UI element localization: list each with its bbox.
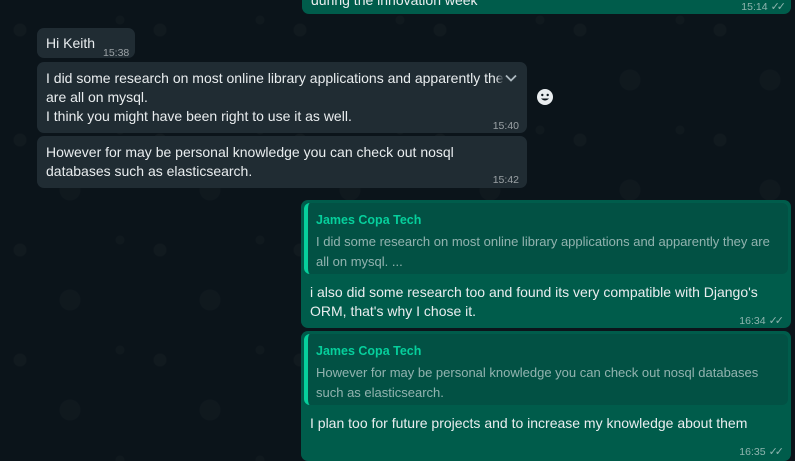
quoted-author: James Copa Tech [316,344,422,358]
double-check-icon: ✓✓ [770,1,787,13]
message-timestamp: 15:38 [103,47,130,59]
outgoing-message[interactable]: during the innovation week 15:14 ✓✓ [302,0,791,14]
incoming-message[interactable]: Hi Keith 15:38 [37,28,135,59]
message-timestamp: 15:40 [492,120,519,132]
quoted-author: James Copa Tech [316,213,422,227]
message-text: I plan too for future projects and to in… [310,415,748,431]
message-text: However for may be personal knowledge yo… [46,144,454,179]
message-text: I did some research on most online libra… [46,70,511,124]
message-timestamp: 16:34 ✓✓ [739,315,785,327]
chat-panel: during the innovation week 15:14 ✓✓ Hi Ke… [0,0,795,461]
message-text: i also did some research too and found i… [310,284,758,319]
quoted-text: I did some research on most online libra… [316,234,770,269]
emoji-icon[interactable] [536,88,554,106]
outgoing-reply-message[interactable]: James Copa Tech However for may be perso… [301,331,791,461]
outgoing-reply-message[interactable]: James Copa Tech I did some research on m… [301,200,791,328]
double-check-icon: ✓✓ [768,315,785,327]
quoted-message[interactable]: James Copa Tech However for may be perso… [304,334,788,405]
double-check-icon: ✓✓ [768,446,785,458]
message-timestamp: 15:42 [492,174,519,186]
incoming-message[interactable]: However for may be personal knowledge yo… [37,136,527,188]
message-text: Hi Keith [46,35,96,51]
chevron-down-icon[interactable] [496,66,518,88]
incoming-message[interactable]: I did some research on most online libra… [37,62,527,133]
message-timestamp: 16:35 ✓✓ [739,446,785,458]
quoted-message[interactable]: James Copa Tech I did some research on m… [304,203,788,274]
message-timestamp: 15:14 ✓✓ [741,1,787,13]
message-text: during the innovation week [311,0,478,8]
quoted-text: However for may be personal knowledge yo… [316,365,759,400]
